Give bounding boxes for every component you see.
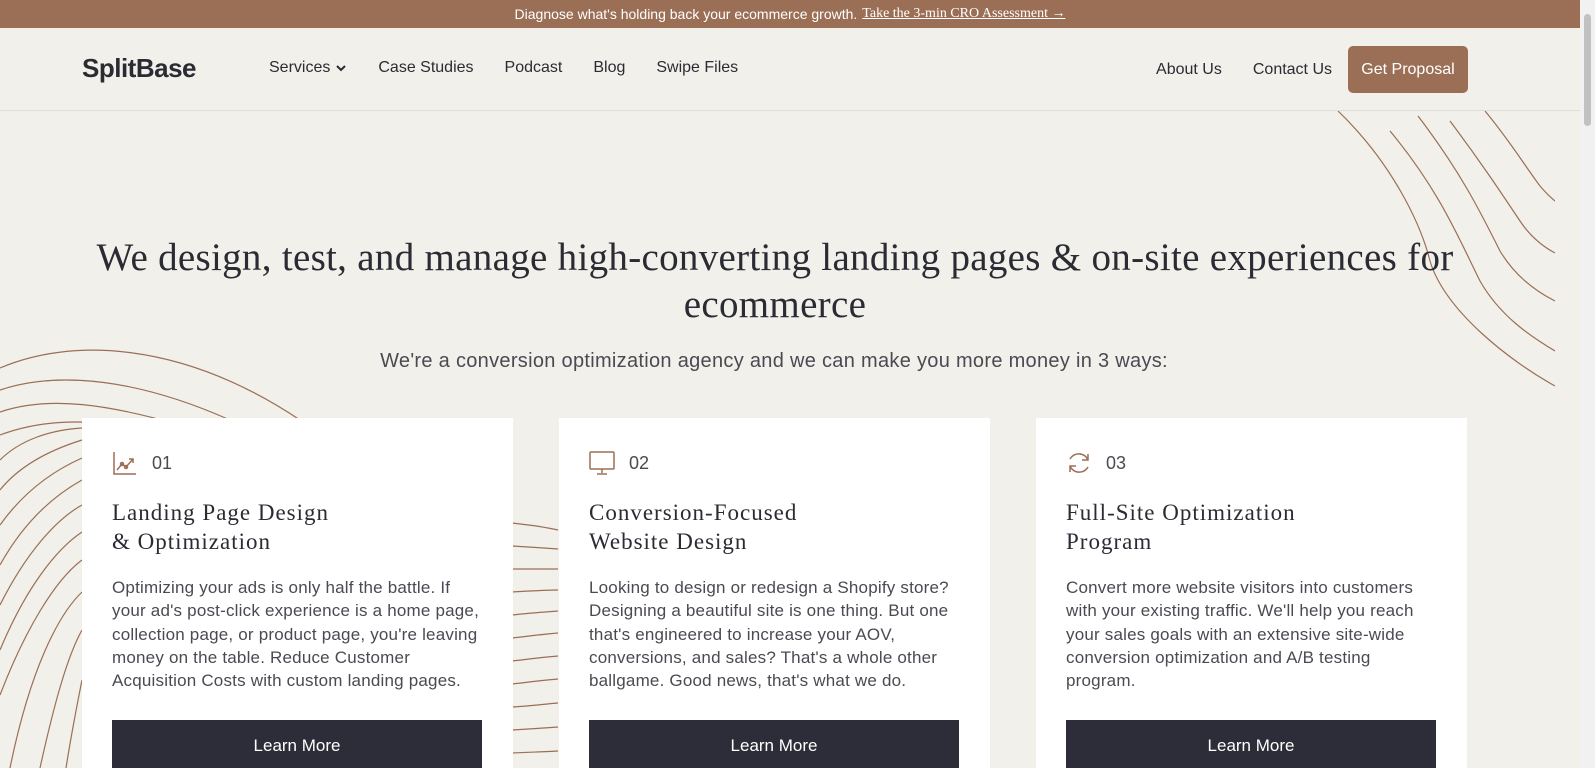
refresh-icon [1069,453,1089,473]
page-scrollbar[interactable] [1580,0,1595,768]
card-title-line1: Conversion-Focused [589,500,798,525]
card-title-line1: Landing Page Design [112,500,330,525]
nav-podcast[interactable]: Podcast [505,59,563,77]
announcement-text: Diagnose what's holding back your ecomme… [514,6,858,22]
nav-services-label: Services [269,59,331,76]
card-title-line2: Website Design [589,529,748,554]
service-card-website-design: 02 Conversion-Focused Website Design Look… [559,418,990,768]
card-body: Convert more website visitors into custo… [1066,578,1414,691]
card-title-line1: Full-Site Optimization [1066,500,1296,525]
nav-right: About Us Contact Us Get Proposal [1156,46,1468,93]
nav-case-studies[interactable]: Case Studies [378,59,473,77]
nav-services[interactable]: Services [269,59,347,77]
card-number: 03 [1106,452,1127,473]
nav-swipe-files[interactable]: Swipe Files [656,59,738,77]
card-number-row: 01 [112,450,483,476]
hero-title: We design, test, and manage high-convert… [96,236,1454,326]
splitbase-logo[interactable]: SplitBase [82,53,197,84]
scrollbar-thumb[interactable] [1584,14,1591,126]
card-number-row: 02 [589,450,960,476]
service-card-full-site: 03 Full-Site Optimization Program Convert… [1036,418,1467,768]
card-title-line2: Program [1066,529,1153,554]
main-nav: SplitBase Services Case Studies Podcast … [0,28,1580,111]
card-number: 02 [629,452,650,473]
nav-blog[interactable]: Blog [593,59,625,77]
service-card-landing-pages: 01 Landing Page Design & Optimization Opt… [82,418,513,768]
card-title-line2: & Optimization [112,529,272,554]
nav-about-us[interactable]: About Us [1156,61,1222,79]
chevron-down-icon [336,65,347,72]
nav-contact-us[interactable]: Contact Us [1253,61,1332,79]
learn-more-button[interactable]: Learn More [112,720,482,768]
card-body: Looking to design or redesign a Shopify … [589,578,949,691]
card-title: Full-Site Optimization Program [1066,498,1366,556]
card-title: Conversion-Focused Website Design [589,498,889,556]
card-title: Landing Page Design & Optimization [112,498,412,556]
card-number-row: 03 [1066,450,1437,476]
monitor-icon [589,451,615,475]
card-body: Optimizing your ads is only half the bat… [112,578,479,691]
learn-more-button[interactable]: Learn More [1066,720,1436,768]
nav-links: Services Case Studies Podcast Blog Swipe… [269,59,738,77]
chart-icon [113,452,136,475]
cro-assessment-link[interactable]: Take the 3-min CRO Assessment → [862,6,1065,22]
learn-more-button[interactable]: Learn More [589,720,959,768]
hero-subtitle: We're a conversion optimization agency a… [380,350,1168,372]
announcement-bar: Diagnose what's holding back your ecomme… [0,0,1580,28]
get-proposal-button[interactable]: Get Proposal [1348,46,1468,93]
card-number: 01 [152,452,173,473]
